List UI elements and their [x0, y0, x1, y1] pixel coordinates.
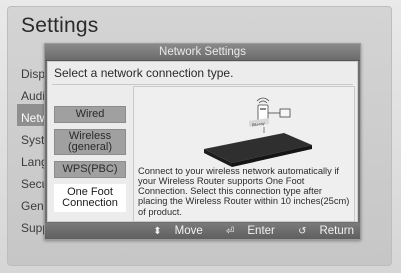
dialog-prompt: Select a network connection type. [54, 66, 234, 80]
option-one-foot-connection[interactable]: One Foot Connection [54, 184, 126, 212]
dialog-footer: ⬍ Move ⏎ Enter ↺ Return [45, 223, 360, 239]
return-hint: ↺ Return [288, 225, 354, 237]
wireless-router-icon [256, 97, 291, 122]
enter-icon: ⏎ [225, 226, 235, 237]
up-down-arrows-icon: ⬍ [153, 226, 162, 237]
option-description: Connect to your wireless network automat… [138, 165, 350, 217]
player-device-icon: Blu-ray [204, 118, 312, 167]
dialog-title: Network Settings [45, 44, 360, 61]
return-icon: ↺ [298, 226, 307, 237]
router-player-illustration: Blu-ray [204, 97, 312, 167]
move-hint: ⬍ Move [143, 225, 203, 237]
device-label: Blu-ray [252, 121, 265, 128]
page-title: Settings [21, 14, 99, 37]
enter-hint: ⏎ Enter [216, 225, 275, 237]
option-wps-pbc[interactable]: WPS(PBC) [54, 161, 126, 178]
dialog-body: Select a network connection type. Wired … [47, 61, 358, 222]
connection-type-list: Wired Wireless (general) WPS(PBC) One Fo… [54, 106, 126, 218]
network-settings-dialog: Network Settings Select a network connec… [44, 43, 361, 240]
option-wireless-general[interactable]: Wireless (general) [54, 129, 126, 155]
option-wired[interactable]: Wired [54, 106, 126, 123]
info-panel: Blu-ray Connect to your wireless network… [133, 86, 355, 222]
divider [52, 84, 353, 85]
